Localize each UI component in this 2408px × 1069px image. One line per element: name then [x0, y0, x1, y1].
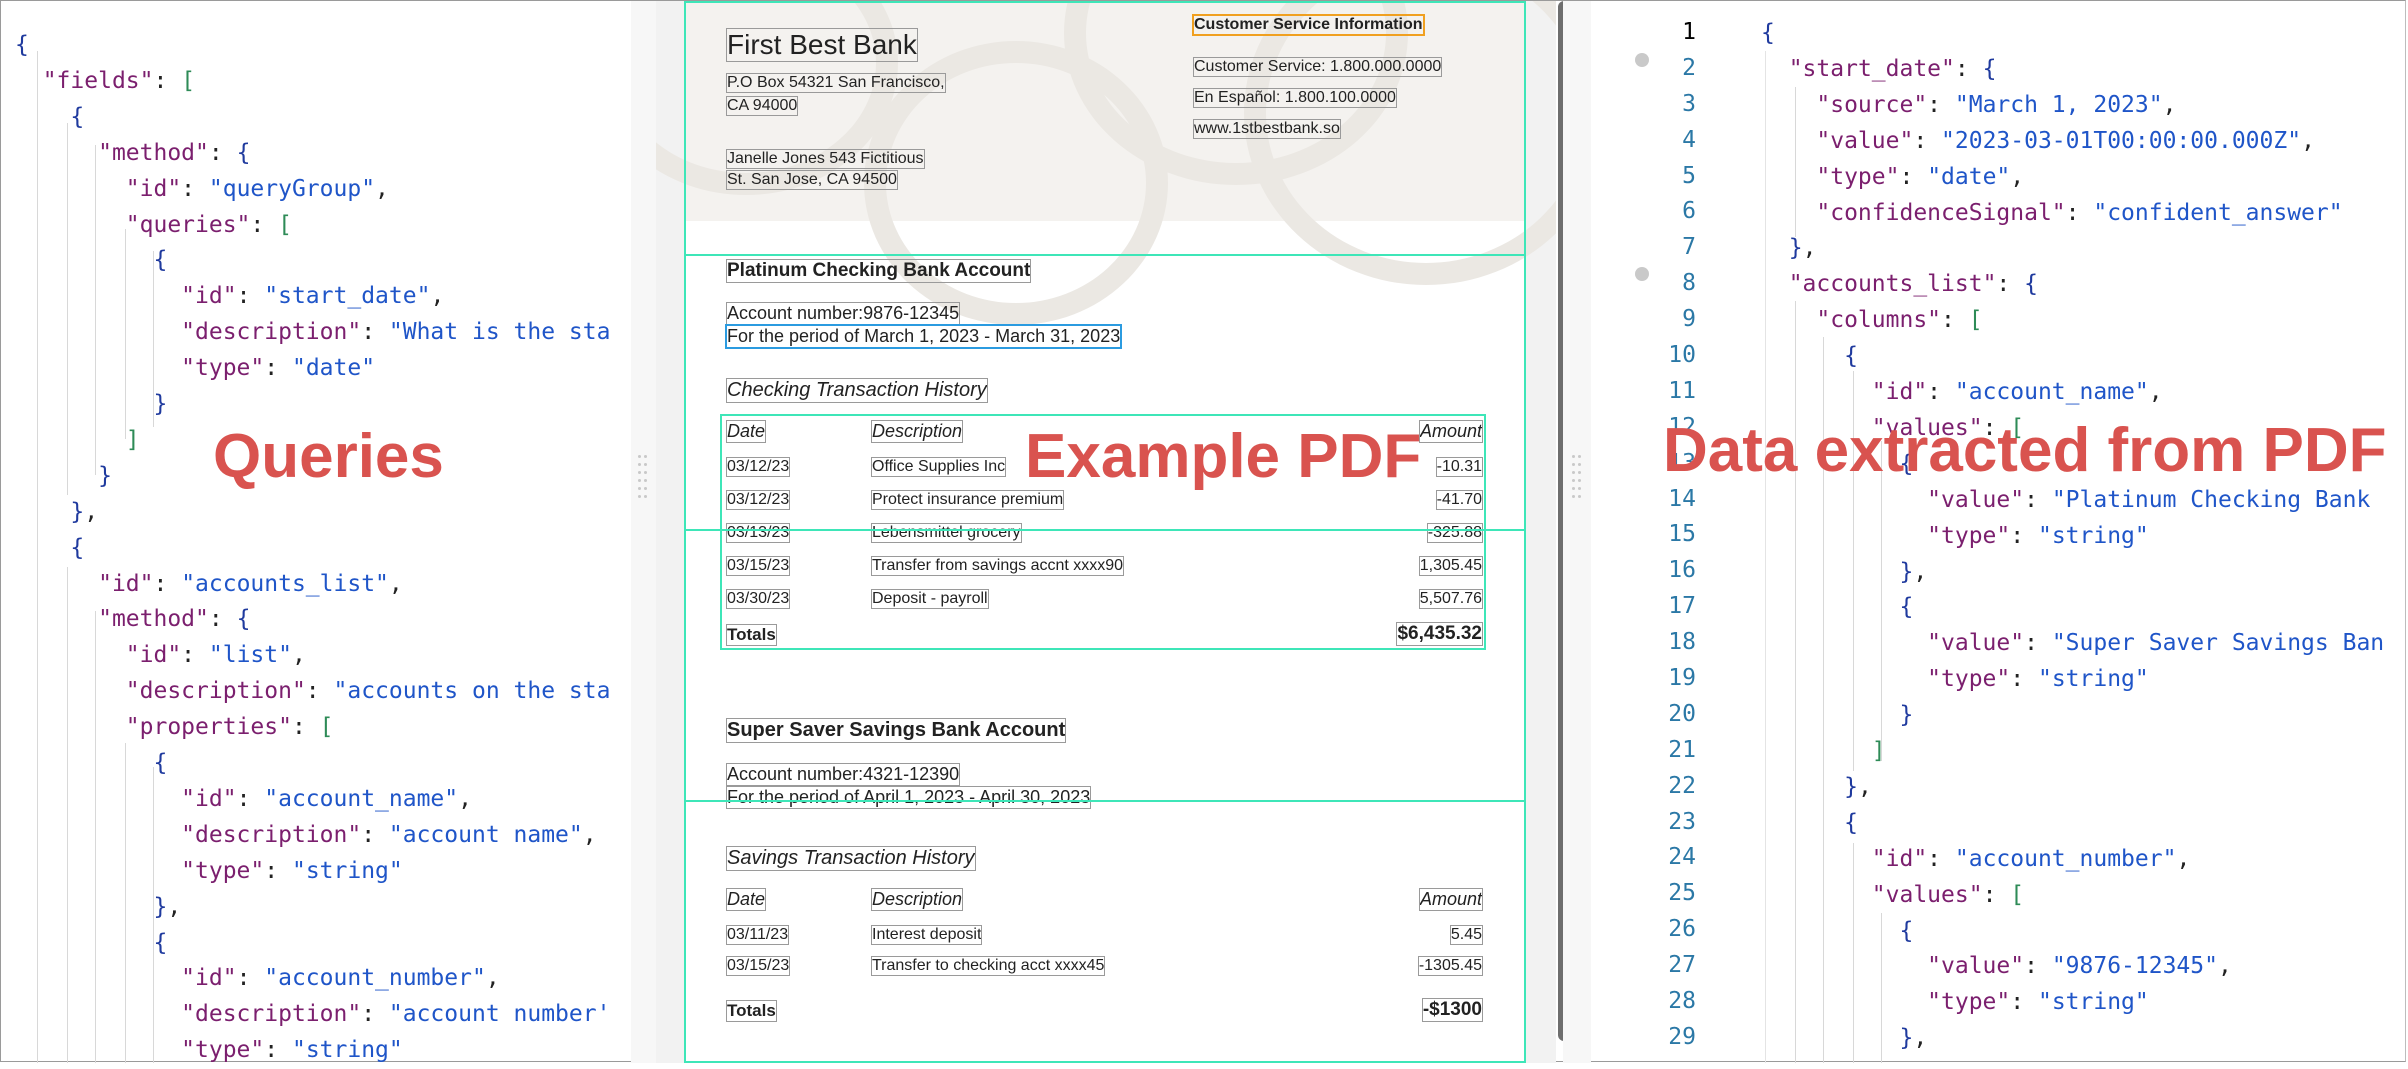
- line-number: 6: [1682, 198, 1696, 225]
- code-line: "type": "string": [181, 1037, 403, 1063]
- line-number: 25: [1668, 880, 1696, 907]
- code-line: "id": "account_number",: [181, 965, 500, 992]
- code-line: "values": [: [1871, 881, 2025, 908]
- code-line: "type": "date": [181, 355, 376, 382]
- code-line: },: [1899, 558, 1928, 585]
- code-line: "id": "list",: [125, 642, 306, 669]
- line-number: 4: [1682, 126, 1696, 153]
- code-line: },: [70, 498, 99, 525]
- code-line: {: [1899, 917, 1914, 944]
- line-numbers: 1 2 3 4 5 6 7 8 9 10 11 12 13 14 15 16 17 18 19 20 21 22 23 24 2…: [1591, 15, 1696, 1056]
- code-line: "type": "string": [181, 857, 403, 884]
- code-line: ]: [1871, 738, 1886, 764]
- code-line: },: [1844, 773, 1872, 800]
- line-number: 14: [1668, 485, 1696, 512]
- code-line: "id": "start_date",: [181, 283, 445, 310]
- code-line: {: [1844, 809, 1858, 836]
- line-number: 5: [1682, 162, 1696, 189]
- code-line: {: [1899, 594, 1914, 621]
- line-number: 26: [1668, 916, 1696, 943]
- line-number: 10: [1668, 342, 1696, 369]
- line-number: 16: [1668, 557, 1696, 584]
- code-line: "id": "account_name",: [181, 785, 472, 812]
- code-line: "type": "string": [1927, 989, 2149, 1016]
- code-line: "value": "Platinum Checking Bank: [1927, 486, 2371, 513]
- code-line: "method": {: [98, 606, 251, 633]
- code-line: {: [153, 247, 168, 274]
- code-line: ]: [125, 426, 140, 453]
- code-line: "description": "account name",: [181, 821, 597, 848]
- code-line: "source": "March 1, 2023",: [1816, 91, 2177, 118]
- code-line: }: [1899, 702, 1914, 729]
- code-line: }: [98, 462, 112, 489]
- code-line: "queries": [: [125, 211, 292, 238]
- line-number: 15: [1668, 521, 1696, 548]
- line-number: 19: [1668, 665, 1696, 692]
- line-number: 1: [1682, 19, 1696, 45]
- code-line: "type": "string": [1927, 522, 2149, 549]
- region-divider: [684, 254, 1526, 256]
- code-line: "id": "account_name",: [1871, 379, 2163, 405]
- code-line: "description": "account number': [181, 1001, 611, 1028]
- code-line: {: [153, 750, 168, 776]
- line-number: 17: [1668, 593, 1696, 620]
- code-line: "value": "Super Saver Savings Ban: [1927, 630, 2385, 657]
- line-number: 18: [1668, 629, 1696, 656]
- code-line: "start_date": {: [1788, 55, 1997, 82]
- fold-marker-icon[interactable]: [1635, 53, 1649, 67]
- pdf-page: First Best Bank P.O Box 54321 San Franci…: [656, 1, 1556, 1063]
- left-splitter[interactable]: [631, 1, 659, 1063]
- code-line: {: [1844, 343, 1858, 370]
- line-number: 20: [1668, 700, 1696, 727]
- code-line: "id": "queryGroup",: [125, 175, 389, 202]
- code-line: "id": "account_number",: [1871, 845, 2191, 872]
- code-line: "type": "date",: [1816, 163, 2025, 190]
- code-line: "value": "9876-12345",: [1927, 953, 2232, 980]
- code-line: },: [153, 893, 182, 920]
- fold-marker-icon[interactable]: [1635, 267, 1649, 281]
- code-line: "columns": [: [1816, 307, 1983, 334]
- line-number: 7: [1682, 234, 1696, 261]
- pdf-viewer[interactable]: First Best Bank P.O Box 54321 San Franci…: [656, 1, 1556, 1063]
- line-number: 11: [1668, 377, 1696, 404]
- line-number: 28: [1668, 988, 1696, 1015]
- code-line: "description": "accounts on the sta: [125, 678, 611, 705]
- queries-editor[interactable]: { "fields": [ { "method": { "id": "query…: [1, 1, 631, 1063]
- region-divider: [684, 800, 1526, 802]
- code-line: "fields": [: [42, 67, 196, 94]
- right-splitter[interactable]: [1563, 1, 1591, 1063]
- code-line: {: [1761, 20, 1775, 46]
- code-line: "value": "2023-03-01T00:00:00.000Z",: [1816, 127, 2315, 154]
- code-line: "description": "What is the sta: [181, 319, 611, 346]
- code-line: "accounts_list": {: [1788, 271, 2038, 298]
- code-line: {: [153, 929, 168, 956]
- code-line: {: [70, 103, 85, 130]
- queries-overlay-label: Queries: [213, 422, 444, 491]
- line-number: 23: [1668, 808, 1696, 835]
- line-number: 24: [1668, 844, 1696, 871]
- code-line: "type": "string": [1927, 666, 2149, 693]
- code-line: {: [70, 534, 85, 561]
- code-line: {: [15, 32, 29, 58]
- line-number: 3: [1682, 90, 1696, 117]
- line-number: 27: [1668, 952, 1696, 979]
- code-line: "method": {: [98, 139, 251, 166]
- line-number: 29: [1668, 1023, 1696, 1050]
- screenshot-frame: { "fields": [ { "method": { "id": "query…: [0, 0, 2407, 1063]
- data-extracted-overlay-label: Data extracted from PDF: [1663, 416, 2387, 485]
- code-line: },: [1899, 1025, 1928, 1052]
- extracted-data-editor[interactable]: { "start_date": { "source": "March 1, 20…: [1591, 1, 2407, 1063]
- code-line: },: [1788, 235, 1817, 262]
- code-line: "id": "accounts_list",: [98, 570, 403, 597]
- line-number: 22: [1668, 772, 1696, 799]
- code-line: "properties": [: [125, 714, 334, 741]
- code-line: }: [153, 391, 168, 417]
- code-line: "confidenceSignal": "confident_answer": [1816, 199, 2343, 226]
- line-number: 9: [1682, 306, 1696, 333]
- example-pdf-overlay-label: Example PDF: [1025, 422, 1422, 491]
- line-number: 21: [1668, 736, 1696, 763]
